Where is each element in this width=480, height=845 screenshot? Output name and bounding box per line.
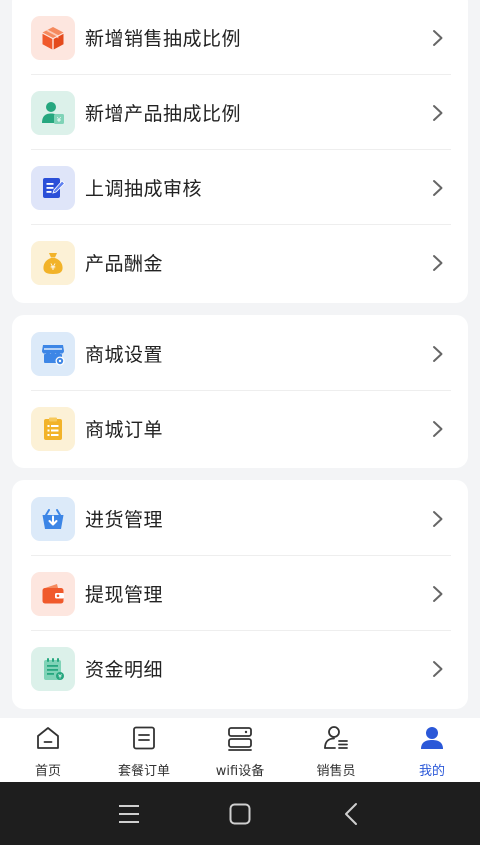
tab-label: 销售员 bbox=[316, 764, 356, 779]
tab-label: 我的 bbox=[418, 764, 445, 779]
menu-group-commission: 新增销售抽成比例 ¥ 新增产品抽成比例 上调抽成审核 ¥ 产品酬金 bbox=[12, 0, 468, 303]
tab-package-orders[interactable]: 套餐订单 bbox=[96, 718, 192, 782]
menu-item-label: 资金明细 bbox=[85, 659, 164, 681]
menu-item-new-product-commission[interactable]: ¥ 新增产品抽成比例 bbox=[12, 75, 468, 150]
user-yen-icon: ¥ bbox=[31, 90, 75, 135]
svg-text:¥: ¥ bbox=[50, 263, 56, 273]
edit-doc-icon bbox=[31, 165, 75, 210]
box-icon bbox=[31, 15, 75, 60]
menu-item-product-reward[interactable]: ¥ 产品酬金 bbox=[12, 225, 468, 300]
menu-item-label: 上调抽成审核 bbox=[85, 178, 203, 200]
menu-item-purchase-management[interactable]: 进货管理 bbox=[12, 481, 468, 556]
menu-group-finance: 进货管理 提现管理 ¥ 资金明细 bbox=[12, 480, 468, 709]
tab-home[interactable]: 首页 bbox=[0, 718, 96, 782]
chevron-right-icon bbox=[431, 253, 445, 273]
menu-item-label: 产品酬金 bbox=[85, 253, 164, 275]
money-bag-icon: ¥ bbox=[31, 240, 75, 285]
tab-wifi-devices[interactable]: wifi设备 bbox=[192, 718, 288, 782]
menu-item-store-orders[interactable]: 商城订单 bbox=[12, 391, 468, 466]
profile-icon bbox=[418, 724, 446, 752]
bottom-tab-bar: 首页 套餐订单 wifi设备 销售员 我的 bbox=[0, 718, 480, 782]
order-icon bbox=[130, 724, 158, 752]
home-icon bbox=[34, 724, 62, 752]
tab-mine[interactable]: 我的 bbox=[384, 718, 480, 782]
chevron-right-icon bbox=[431, 344, 445, 364]
router-icon bbox=[226, 724, 254, 752]
menu-item-label: 商城设置 bbox=[85, 344, 164, 366]
menu-item-label: 新增产品抽成比例 bbox=[85, 103, 242, 125]
wallet-icon bbox=[31, 571, 75, 616]
menu-item-label: 提现管理 bbox=[85, 584, 164, 606]
tab-label: wifi设备 bbox=[215, 764, 265, 779]
menu-group-store: 商城设置 商城订单 bbox=[12, 315, 468, 468]
chevron-right-icon bbox=[431, 103, 445, 123]
menu-icon[interactable] bbox=[118, 804, 140, 824]
chevron-right-icon bbox=[431, 419, 445, 439]
system-navigation-bar bbox=[0, 782, 480, 845]
menu-item-store-settings[interactable]: 商城设置 bbox=[12, 316, 468, 391]
tab-label: 首页 bbox=[34, 764, 61, 779]
store-settings-icon bbox=[31, 331, 75, 376]
chevron-right-icon bbox=[431, 584, 445, 604]
back-icon[interactable] bbox=[343, 802, 359, 826]
menu-item-commission-review[interactable]: 上调抽成审核 bbox=[12, 150, 468, 225]
menu-item-withdrawal-management[interactable]: 提现管理 bbox=[12, 556, 468, 631]
svg-text:¥: ¥ bbox=[57, 116, 62, 124]
chevron-right-icon bbox=[431, 178, 445, 198]
chevron-right-icon bbox=[431, 659, 445, 679]
menu-item-label: 新增销售抽成比例 bbox=[85, 28, 242, 50]
tab-label: 套餐订单 bbox=[117, 764, 170, 779]
menu-item-new-sales-commission[interactable]: 新增销售抽成比例 bbox=[12, 0, 468, 75]
ledger-icon: ¥ bbox=[31, 646, 75, 691]
svg-text:¥: ¥ bbox=[58, 673, 62, 680]
clipboard-list-icon bbox=[31, 406, 75, 451]
salesperson-icon bbox=[322, 724, 350, 752]
menu-item-label: 商城订单 bbox=[85, 419, 164, 441]
basket-download-icon bbox=[31, 496, 75, 541]
home-square-icon[interactable] bbox=[229, 803, 251, 825]
tab-salesperson[interactable]: 销售员 bbox=[288, 718, 384, 782]
chevron-right-icon bbox=[431, 28, 445, 48]
menu-item-fund-details[interactable]: ¥ 资金明细 bbox=[12, 631, 468, 706]
chevron-right-icon bbox=[431, 509, 445, 529]
menu-item-label: 进货管理 bbox=[85, 509, 164, 531]
